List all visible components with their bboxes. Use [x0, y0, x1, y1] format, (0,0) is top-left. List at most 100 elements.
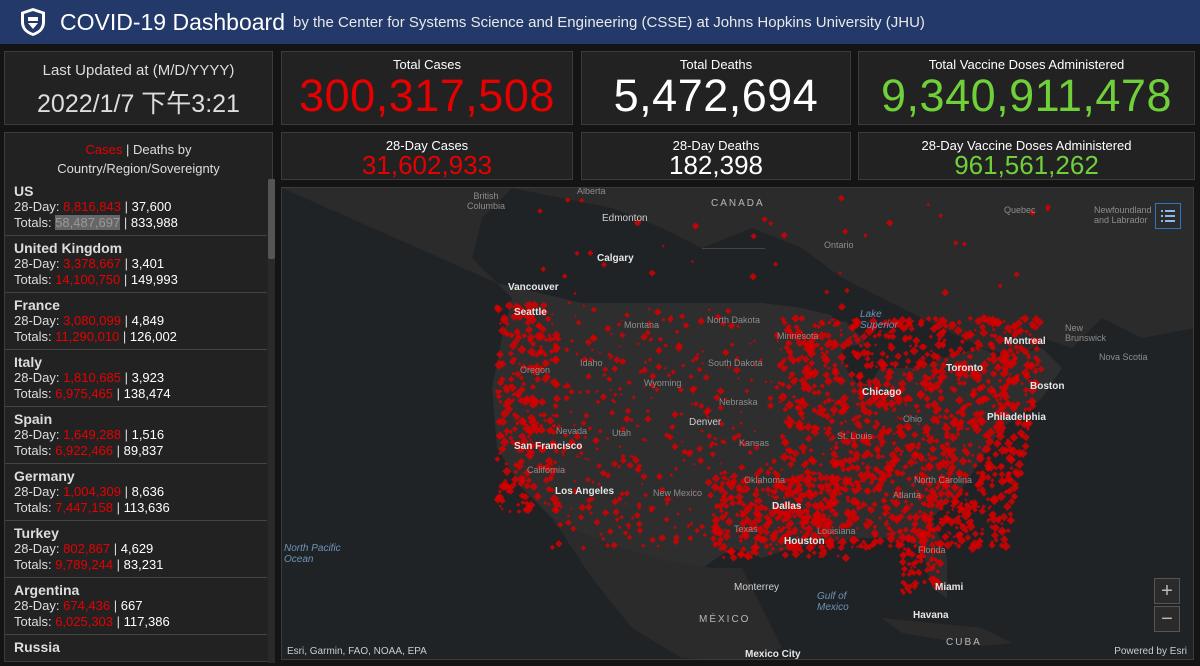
country-totals-line: Totals: 6,922,466 | 89,837: [14, 443, 164, 458]
case-marker: [516, 509, 522, 514]
map-label-north-carolina: North Carolina: [914, 475, 973, 485]
map-label-ohio: Ohio: [903, 414, 923, 424]
country-total-deaths: 89,837: [123, 443, 164, 458]
country-totals-line: Totals: 7,447,158 | 113,636: [14, 500, 170, 515]
case-marker: [894, 352, 902, 360]
country-28day-cases: 3,378,667: [63, 256, 121, 271]
map-legend-button[interactable]: [1155, 203, 1181, 229]
country-28day-deaths: 4,849: [131, 313, 165, 328]
case-marker: [903, 350, 909, 357]
vaccine-28day-panel[interactable]: 28-Day Vaccine Doses Administered 961,56…: [858, 132, 1195, 180]
case-marker: [824, 289, 830, 295]
case-marker: [836, 554, 840, 558]
total-vaccine-panel[interactable]: Total Vaccine Doses Administered 9,340,9…: [858, 51, 1195, 125]
country-total-cases: 14,100,750: [55, 272, 121, 287]
country-totals-line: Totals: 11,290,010 | 126,002: [14, 329, 177, 344]
case-marker: [805, 553, 812, 560]
case-marker: [772, 261, 779, 267]
country-28day-cases: 3,080,099: [63, 313, 121, 328]
case-marker: [908, 344, 913, 348]
country-total-cases: 58,487,697: [55, 215, 121, 230]
map-label-dallas: Dallas: [772, 501, 802, 512]
country-28day-line: 28-Day: 3,080,099 | 4,849: [14, 313, 165, 328]
case-marker: [874, 343, 878, 347]
last-updated-label: Last Updated at (M/D/YYYY): [42, 62, 235, 79]
powered-by-esri-link[interactable]: Powered by Esri: [1114, 646, 1187, 657]
country-row[interactable]: US 28-Day: 8,816,843 | 37,600 Totals: 58,4…: [5, 179, 267, 236]
last-updated-value: 2022/1/7 下午3:21: [37, 90, 240, 118]
map-label-louisiana: Louisiana: [817, 526, 856, 536]
map-label-atlanta: Atlanta: [893, 490, 922, 500]
total-cases-panel[interactable]: Total Cases 300,317,508: [281, 51, 573, 125]
country-name: US: [14, 183, 34, 199]
map-label-florida: Florida: [918, 545, 946, 555]
case-marker: [912, 336, 921, 345]
case-marker: [901, 565, 908, 573]
country-total-deaths: 833,988: [130, 215, 178, 230]
case-marker: [959, 338, 966, 345]
map-label-nevada: Nevada: [556, 426, 588, 436]
country-total-cases: 9,789,244: [55, 557, 114, 572]
country-name: Turkey: [14, 525, 59, 541]
country-total-deaths: 83,231: [123, 557, 164, 572]
map-label-minnesota: Minnesota: [777, 331, 819, 341]
country-28day-line: 28-Day: 674,436 | 667: [14, 598, 143, 613]
scrollbar-thumb[interactable]: [268, 179, 275, 259]
map-label-san-francisco: San Francisco: [514, 441, 583, 452]
case-marker: [1021, 442, 1030, 451]
map-label-oregon: Oregon: [520, 365, 551, 375]
total-deaths-panel[interactable]: Total Deaths 5,472,694: [581, 51, 851, 125]
country-totals-line: Totals: 9,789,244 | 83,231: [14, 557, 164, 572]
case-marker: [978, 507, 987, 515]
country-28day-deaths: 667: [120, 598, 143, 613]
map-label-wyoming: Wyoming: [644, 378, 682, 388]
country-row[interactable]: Argentina 28-Day: 674,436 | 667 Totals: 6,…: [5, 578, 267, 635]
country-row[interactable]: United Kingdom 28-Day: 3,378,667 | 3,401 T…: [5, 236, 267, 293]
country-row[interactable]: Italy 28-Day: 1,810,685 | 3,923 Totals: 6,…: [5, 350, 267, 407]
country-row[interactable]: Spain 28-Day: 1,649,288 | 1,516 Totals: 6,…: [5, 407, 267, 464]
zoom-in-button[interactable]: +: [1154, 578, 1180, 604]
case-marker: [540, 266, 547, 272]
deaths-28day-panel[interactable]: 28-Day Deaths 182,398: [581, 132, 851, 180]
case-marker: [1009, 466, 1014, 471]
case-marker: [964, 498, 968, 502]
case-marker: [876, 331, 883, 338]
country-28day-line: 28-Day: 1,649,288 | 1,516: [14, 427, 165, 442]
total-vaccine-value: 9,340,911,478: [881, 70, 1172, 121]
header-separator: |: [122, 142, 133, 157]
country-list-panel: Cases | Deaths by Country/Region/Soverei…: [4, 132, 275, 663]
case-marker: [549, 544, 556, 551]
map-label-toronto: Toronto: [946, 363, 984, 374]
country-row[interactable]: Russia: [5, 635, 267, 663]
map-label-seattle: Seattle: [514, 307, 547, 318]
case-marker: [951, 508, 955, 512]
map-label-north-dakota: North Dakota: [707, 315, 761, 325]
country-row[interactable]: France 28-Day: 3,080,099 | 4,849 Totals: 1…: [5, 293, 267, 350]
country-row[interactable]: Germany 28-Day: 1,004,309 | 8,636 Totals: …: [5, 464, 267, 521]
header-cases-label: Cases: [85, 142, 123, 157]
cases-map[interactable]: CANADA MÉXICO North Pacific Ocean Gulf of…: [281, 187, 1194, 660]
case-marker: [991, 471, 998, 478]
case-marker: [954, 525, 959, 530]
country-list[interactable]: US 28-Day: 8,816,843 | 37,600 Totals: 58,4…: [5, 179, 267, 663]
country-28day-deaths: 1,516: [131, 427, 165, 442]
case-marker: [721, 555, 726, 560]
case-marker: [997, 476, 1007, 486]
country-28day-line: 28-Day: 3,378,667 | 3,401: [14, 256, 165, 271]
country-28day-cases: 1,810,685: [63, 370, 121, 385]
case-marker: [990, 531, 999, 540]
case-marker: [494, 456, 501, 463]
case-marker: [555, 540, 563, 548]
map-label-alberta: Alberta: [577, 187, 606, 196]
case-marker: [934, 340, 944, 350]
zoom-out-button[interactable]: −: [1154, 606, 1180, 632]
case-marker: [975, 470, 981, 476]
list-icon: [1161, 210, 1175, 222]
country-list-scrollbar[interactable]: [268, 179, 275, 663]
map-label-north-pacific: North Pacific Ocean: [284, 543, 341, 565]
country-totals-line: Totals: 14,100,750 | 149,993: [14, 272, 178, 287]
cases-28day-panel[interactable]: 28-Day Cases 31,602,933: [281, 132, 573, 180]
cases-28day-value: 31,602,933: [361, 150, 493, 180]
country-28day-cases: 1,004,309: [63, 484, 121, 499]
country-row[interactable]: Turkey 28-Day: 802,867 | 4,629 Totals: 9,7…: [5, 521, 267, 578]
